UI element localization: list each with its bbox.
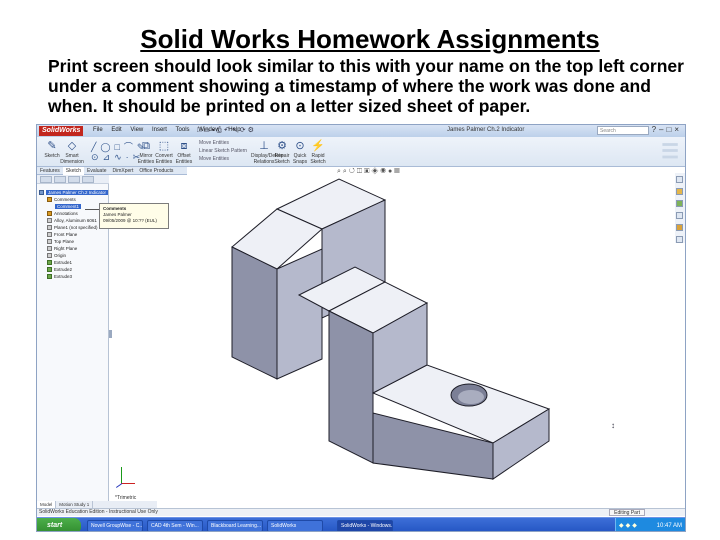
status-bar: SolidWorks Education Edition - Instructi… bbox=[37, 508, 685, 516]
tree-item-extrude3[interactable]: Extrude3 bbox=[39, 273, 109, 280]
taskbar-button-cad[interactable]: CAD 4th Sem - Win... bbox=[147, 520, 203, 531]
tree-item-right-plane[interactable]: Right Plane bbox=[39, 245, 109, 252]
tree-item-label: Comments bbox=[54, 197, 76, 202]
face-left-arm-front bbox=[276, 248, 323, 380]
panel-tabs bbox=[37, 175, 109, 184]
plane-icon bbox=[47, 232, 52, 238]
tree-item-label: Comment1 bbox=[55, 204, 82, 209]
tree-item-label: Origin bbox=[54, 253, 67, 258]
clock[interactable]: 10:47 AM bbox=[657, 523, 682, 529]
tree-item-label: Top Plane bbox=[54, 239, 75, 244]
triad-x-axis bbox=[121, 483, 135, 484]
annotations-icon bbox=[47, 211, 52, 217]
face-left-arm-side bbox=[231, 246, 278, 380]
system-tray: ◆◆◆ 10:47 AM bbox=[615, 518, 685, 531]
comment-folder-icon bbox=[47, 197, 52, 203]
extrude-icon bbox=[47, 274, 52, 280]
triad-y-axis bbox=[121, 467, 122, 483]
tree-item-origin[interactable]: Origin bbox=[39, 252, 109, 259]
dimxpert-manager-tab-icon[interactable] bbox=[82, 176, 94, 183]
tray-icons[interactable]: ◆◆◆ bbox=[619, 518, 639, 531]
property-manager-tab-icon[interactable] bbox=[54, 176, 66, 183]
extrude-icon bbox=[47, 260, 52, 266]
plane-icon bbox=[47, 246, 52, 252]
windows-taskbar: start Novell GroupWise - C... CAD 4th Se… bbox=[37, 517, 685, 531]
tree-item-label: Right Plane bbox=[54, 246, 78, 251]
comment-tooltip: Comments James Palmer 09/05/2009 @ 10:??… bbox=[99, 203, 169, 229]
taskbar-button-groupwise[interactable]: Novell GroupWise - C... bbox=[87, 520, 143, 531]
solidworks-screenshot: SolidWorks File Edit View Insert Tools W… bbox=[36, 124, 686, 532]
taskbar-button-solidworks-windows[interactable]: SolidWorks - Windows... bbox=[337, 520, 393, 531]
start-button[interactable]: start bbox=[37, 518, 81, 531]
face-hole-inner bbox=[458, 390, 484, 404]
mouse-cursor-icon: ↕ bbox=[611, 421, 615, 430]
plane-icon bbox=[47, 225, 52, 231]
tab-model[interactable]: Model bbox=[37, 501, 57, 508]
tree-item-extrude2[interactable]: Extrude2 bbox=[39, 266, 109, 273]
configuration-manager-tab-icon[interactable] bbox=[68, 176, 80, 183]
part-icon bbox=[39, 190, 44, 196]
part-model-viewport[interactable] bbox=[37, 125, 686, 532]
face-block-left bbox=[328, 310, 374, 464]
panel-resize-handle[interactable] bbox=[109, 330, 112, 338]
tree-item-label: Plane1 (not specified) bbox=[54, 225, 98, 230]
slide-body-text: Print screen should look similar to this… bbox=[48, 56, 684, 116]
tooltip-timestamp: 09/05/2009 @ 10:?? (EUL) bbox=[103, 218, 157, 223]
tree-item-label: Annotations bbox=[54, 211, 78, 216]
model-faces bbox=[231, 178, 551, 480]
model-tabs: Model Motion Study 1 bbox=[37, 501, 157, 508]
tree-item-label: Extrude2 bbox=[54, 267, 73, 272]
tree-item-label: Front Plane bbox=[54, 232, 78, 237]
extrude-icon bbox=[47, 267, 52, 273]
tree-item-label: Extrude3 bbox=[54, 274, 73, 279]
plane-icon bbox=[47, 239, 52, 245]
tree-item-extrude1[interactable]: Extrude1 bbox=[39, 259, 109, 266]
feature-manager-tab-icon[interactable] bbox=[40, 176, 52, 183]
taskbar-button-solidworks[interactable]: SolidWorks bbox=[267, 520, 323, 531]
tree-item-part[interactable]: James Palmer Ch.2 Indicator bbox=[39, 189, 109, 196]
tree-item-label: James Palmer Ch.2 Indicator bbox=[46, 190, 109, 195]
status-text: SolidWorks Education Edition - Instructi… bbox=[39, 509, 158, 515]
status-editing: Editing Part bbox=[609, 509, 645, 516]
tree-item-label: Extrude1 bbox=[54, 260, 73, 265]
tree-item-comments[interactable]: Comments bbox=[39, 196, 109, 203]
tree-item-label: Alloy, Aluminum 6061 bbox=[54, 218, 97, 223]
tree-item-top-plane[interactable]: Top Plane bbox=[39, 238, 109, 245]
taskbar-button-blackboard[interactable]: Blackboard Learning... bbox=[207, 520, 263, 531]
tab-motion-study[interactable]: Motion Study 1 bbox=[56, 501, 94, 508]
slide-title: Solid Works Homework Assignments bbox=[140, 24, 600, 54]
material-icon bbox=[47, 218, 52, 224]
tree-item-front-plane[interactable]: Front Plane bbox=[39, 231, 109, 238]
origin-icon bbox=[47, 253, 52, 259]
